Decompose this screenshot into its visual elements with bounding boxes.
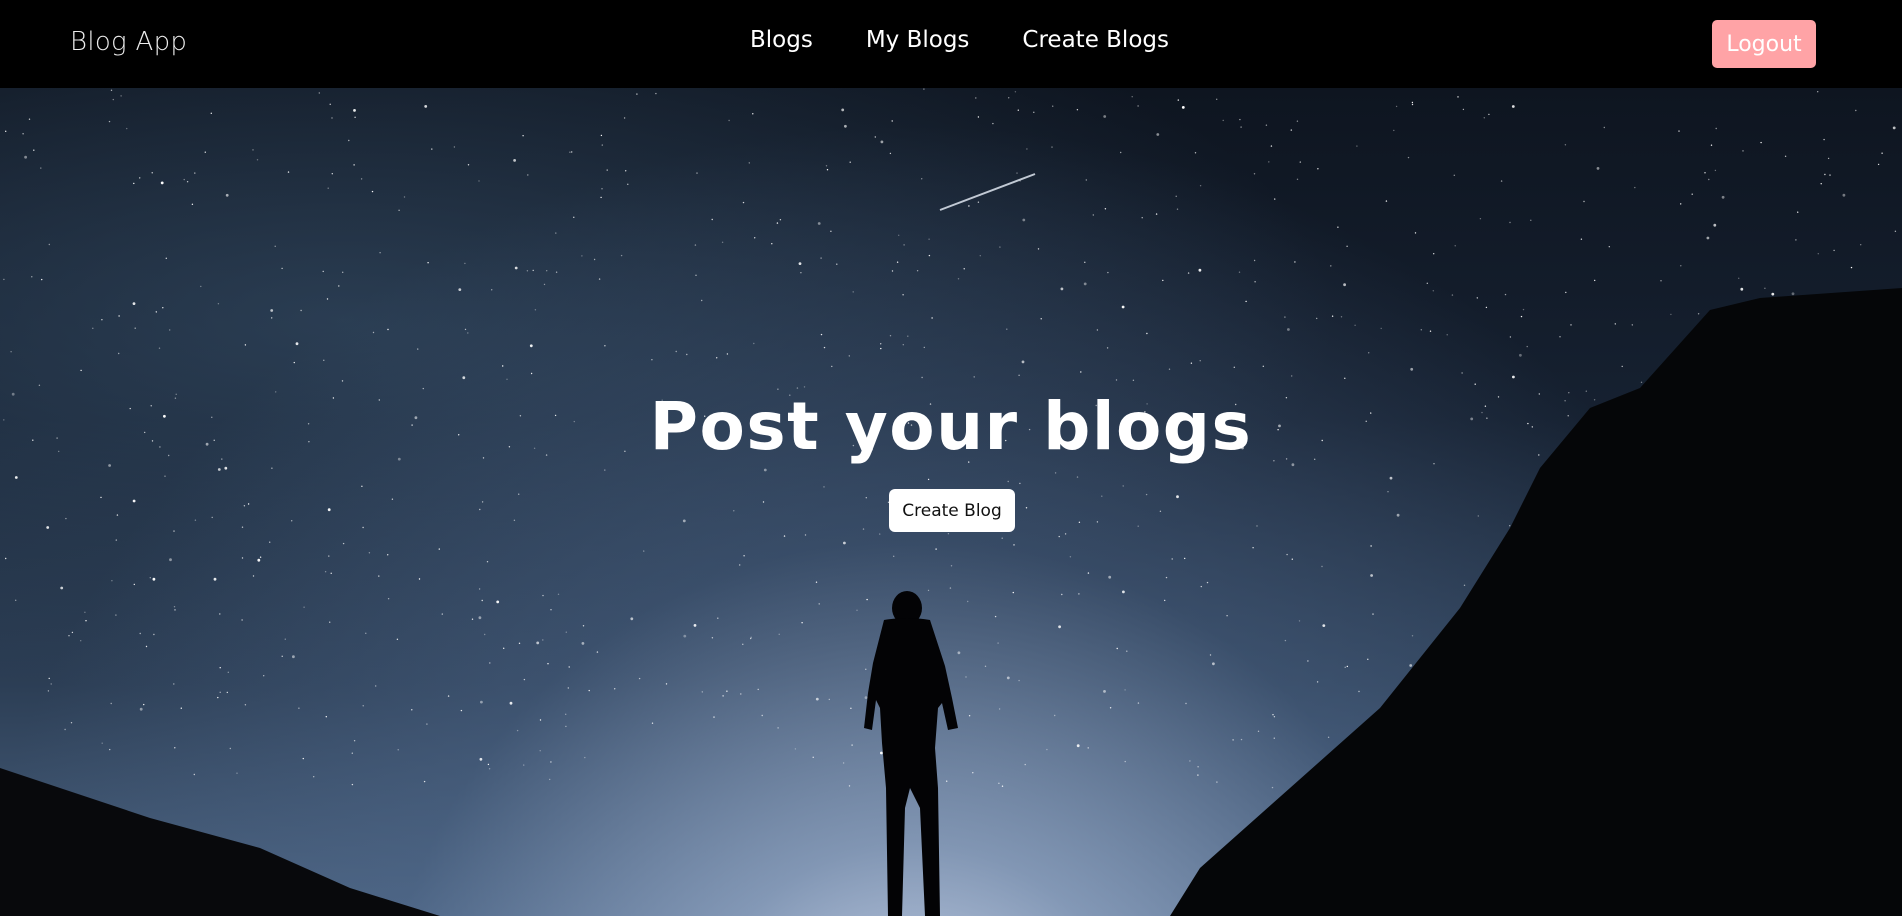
nav-link-create-blogs[interactable]: Create Blogs [1022,27,1169,53]
person-silhouette [864,591,958,916]
hero-title: Post your blogs [649,388,1253,465]
top-navbar: Blog App Blogs My Blogs Create Blogs Log… [0,0,1902,88]
nav-links: Blogs My Blogs Create Blogs [750,27,1169,53]
brand-logo-text[interactable]: Blog App [70,27,187,57]
hero-section: Post your blogs Create Blog [0,88,1902,916]
logout-button[interactable]: Logout [1712,20,1816,68]
right-mountain-silhouette [1170,288,1902,916]
shooting-star [939,173,1036,211]
nav-link-my-blogs[interactable]: My Blogs [866,27,970,53]
create-blog-button[interactable]: Create Blog [889,489,1015,532]
left-cliff-silhouette [0,768,440,916]
nav-link-blogs[interactable]: Blogs [750,27,813,53]
